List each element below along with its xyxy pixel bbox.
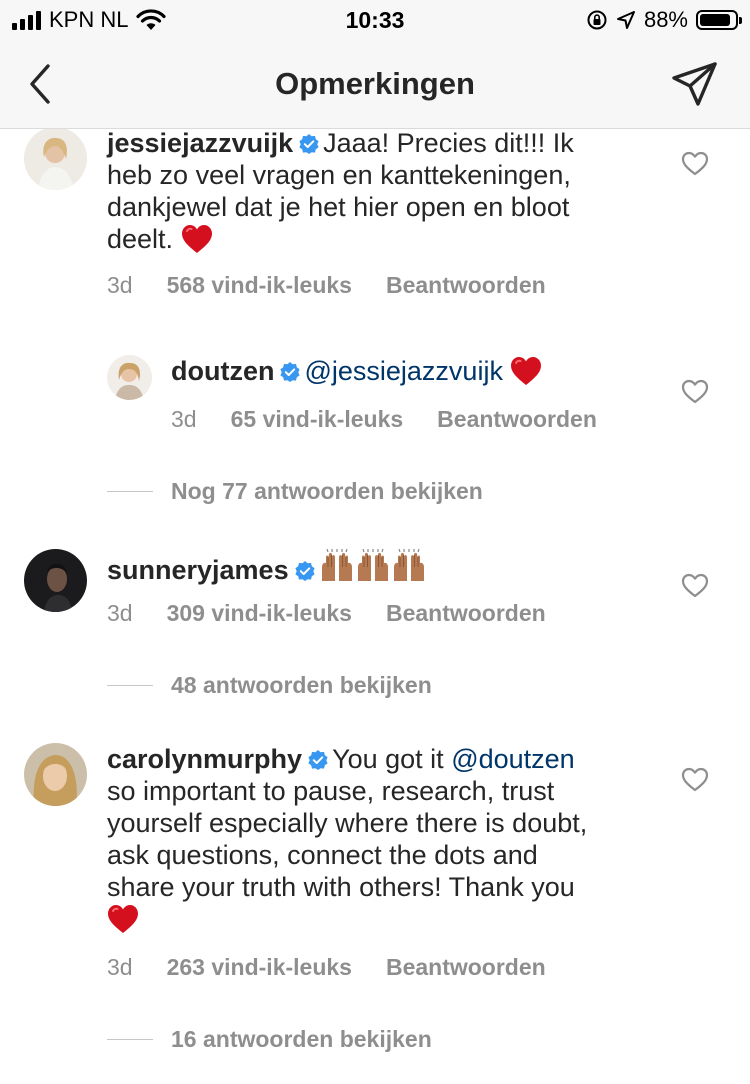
comment-body-line: so important to pause, research, trust	[107, 776, 555, 806]
battery-percent: 88%	[643, 7, 688, 32]
comment-body-line: heb zo veel vragen en kanttekeningen,	[107, 160, 571, 190]
view-replies-button[interactable]: Nog 77 antwoorden bekijken	[107, 478, 483, 505]
username-carolynmurphy[interactable]: carolynmurphy	[107, 744, 302, 774]
raised-hands-emoji-icon	[319, 555, 427, 585]
view-replies-label[interactable]: 16 antwoorden bekijken	[171, 1026, 432, 1053]
verified-badge-icon	[280, 362, 300, 382]
like-heart-icon[interactable]	[681, 766, 709, 794]
avatar-carolynmurphy[interactable]	[24, 743, 87, 806]
comment-time: 3d	[107, 272, 133, 298]
status-right: 88%	[586, 7, 742, 33]
reply-button[interactable]: Beantwoorden	[386, 954, 546, 981]
status-bar: KPN NL 10:33 88%	[0, 0, 750, 40]
comment-meta: 3d 263 vind-ik-leuks Beantwoorden	[107, 954, 546, 981]
orientation-lock-icon	[587, 10, 607, 30]
comment-time: 3d	[107, 600, 133, 626]
comment-body-line: yourself especially where there is doubt…	[107, 808, 588, 838]
username-jessiejazzvuijk[interactable]: jessiejazzvuijk	[107, 129, 293, 158]
likes-count[interactable]: 309 vind-ik-leuks	[167, 600, 352, 627]
comment-text-2: doutzen @jessiejazzvuijk	[171, 355, 621, 387]
paper-plane-icon[interactable]	[670, 60, 720, 108]
view-replies-button[interactable]: 16 antwoorden bekijken	[107, 1026, 432, 1053]
reply-button[interactable]: Beantwoorden	[437, 406, 597, 433]
comment-time: 3d	[171, 406, 197, 432]
comment-meta: 3d 568 vind-ik-leuks Beantwoorden	[107, 272, 546, 299]
location-arrow-icon	[616, 11, 635, 29]
avatar-sunneryjames[interactable]	[24, 549, 87, 612]
like-heart-icon[interactable]	[681, 378, 709, 406]
divider	[107, 491, 153, 492]
comment-body-line: You got it	[332, 744, 444, 774]
like-heart-icon[interactable]	[681, 150, 709, 178]
battery-fill	[700, 14, 730, 26]
divider	[107, 1039, 153, 1040]
view-replies-label[interactable]: 48 antwoorden bekijken	[171, 672, 432, 699]
likes-count[interactable]: 568 vind-ik-leuks	[167, 272, 352, 299]
red-heart-emoji-icon	[181, 224, 213, 254]
red-heart-emoji-icon	[107, 904, 139, 934]
verified-badge-icon	[299, 134, 319, 154]
likes-count[interactable]: 263 vind-ik-leuks	[167, 954, 352, 981]
comment-body-line: dankjewel dat je het hier open en bloot	[107, 192, 570, 222]
comment-text-1: jessiejazzvuijk Jaaa! Precies dit!!! Ik h…	[107, 129, 627, 255]
like-heart-icon[interactable]	[681, 572, 709, 600]
comment-time: 3d	[107, 954, 133, 980]
mention-link[interactable]: @doutzen	[451, 744, 575, 774]
likes-count[interactable]: 65 vind-ik-leuks	[231, 406, 404, 433]
username-doutzen[interactable]: doutzen	[171, 356, 274, 386]
mention-link[interactable]: @jessiejazzvuijk	[304, 356, 502, 386]
page-title: Opmerkingen	[275, 66, 475, 101]
nav-bar: Opmerkingen	[0, 40, 750, 129]
username-sunneryjames[interactable]: sunneryjames	[107, 555, 289, 585]
comments-list: jessiejazzvuijk Jaaa! Precies dit!!! Ik h…	[0, 129, 750, 1084]
comment-body-line: deelt.	[107, 224, 174, 254]
comment-body-line: Jaaa! Precies dit!!! Ik	[323, 129, 574, 158]
battery-icon	[696, 10, 742, 30]
view-replies-label[interactable]: Nog 77 antwoorden bekijken	[171, 478, 483, 505]
comment-body-line: share your truth with others! Thank you	[107, 872, 575, 902]
view-replies-button[interactable]: 48 antwoorden bekijken	[107, 672, 432, 699]
divider	[107, 685, 153, 686]
verified-badge-icon	[308, 750, 328, 770]
comment-text-4: carolynmurphy You got it @doutzen so impo…	[107, 743, 647, 935]
verified-badge-icon	[295, 561, 315, 581]
red-heart-emoji-icon	[510, 356, 542, 386]
reply-button[interactable]: Beantwoorden	[386, 600, 546, 627]
comment-meta: 3d 65 vind-ik-leuks Beantwoorden	[171, 406, 597, 433]
comment-body-line: ask questions, connect the dots and	[107, 840, 538, 870]
comment-meta: 3d 309 vind-ik-leuks Beantwoorden	[107, 600, 546, 627]
avatar-doutzen[interactable]	[107, 355, 152, 400]
avatar-jessiejazzvuijk[interactable]	[24, 129, 87, 190]
reply-button[interactable]: Beantwoorden	[386, 272, 546, 299]
comment-text-3: sunneryjames	[107, 549, 627, 586]
